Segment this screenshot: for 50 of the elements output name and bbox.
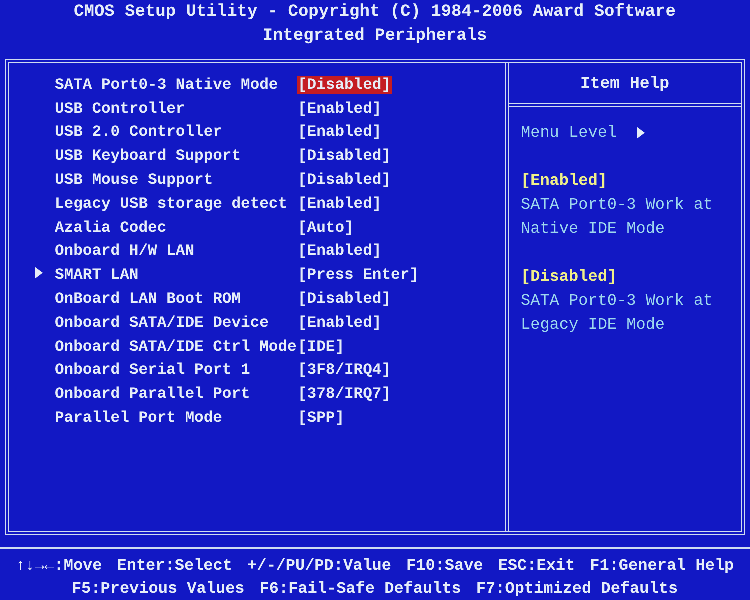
help-text: Legacy IDE Mode <box>521 315 666 336</box>
menu-level-label: Menu Level <box>521 123 618 144</box>
setting-label[interactable]: SMART LAN <box>55 266 297 284</box>
setting-label[interactable]: USB Mouse Support <box>55 171 297 190</box>
setting-label[interactable]: SATA Port0-3 Native Mode <box>55 76 297 94</box>
key-hint: F6:Fail-Safe Defaults <box>260 579 462 600</box>
help-title: Item Help <box>580 74 670 92</box>
setting-value[interactable]: [SPP] <box>297 409 346 428</box>
setting-label[interactable]: Onboard SATA/IDE Ctrl Mode <box>55 338 297 356</box>
setting-label[interactable]: USB Controller <box>55 100 297 118</box>
key-hint: F1:General Help <box>590 556 734 577</box>
setting-value[interactable]: [Enabled] <box>297 100 383 118</box>
setting-label[interactable]: Parallel Port Mode <box>55 409 297 428</box>
window-title: CMOS Setup Utility - Copyright (C) 1984-2006 Award Software <box>74 2 676 24</box>
setting-value[interactable]: [IDE] <box>297 338 346 356</box>
key-hint: ESC:Exit <box>498 556 576 577</box>
setting-label[interactable]: OnBoard LAN Boot ROM <box>55 290 297 308</box>
setting-value[interactable]: [Disabled] <box>297 76 392 94</box>
key-hint: F5:Previous Values <box>72 579 245 600</box>
help-text: SATA Port0-3 Work at <box>521 195 714 216</box>
setting-label[interactable]: Azalia Codec <box>55 218 297 237</box>
setting-value[interactable]: [Auto] <box>297 218 355 237</box>
key-hint: +/-/PU/PD:Value <box>247 556 392 577</box>
setting-label[interactable]: Onboard Parallel Port <box>55 385 297 404</box>
key-hint: Enter:Select <box>117 556 232 577</box>
setting-label[interactable]: Legacy USB storage detect <box>55 194 297 213</box>
menu-level-arrow-icon <box>637 127 646 139</box>
setting-value[interactable]: [Enabled] <box>297 194 383 213</box>
setting-value[interactable]: [Disabled] <box>297 147 392 166</box>
key-hint: F7:Optimized Defaults <box>476 579 678 600</box>
setting-label[interactable]: USB Keyboard Support <box>55 147 297 166</box>
setting-value[interactable]: [3F8/IRQ4] <box>297 361 392 380</box>
help-text: Native IDE Mode <box>521 219 666 240</box>
page-title: Integrated Peripherals <box>262 26 488 48</box>
setting-label[interactable]: Onboard Serial Port 1 <box>55 361 297 380</box>
setting-value[interactable]: [378/IRQ7] <box>297 385 392 404</box>
help-text: SATA Port0-3 Work at <box>521 291 714 312</box>
help-option: [Enabled] <box>521 169 608 193</box>
setting-value[interactable]: [Press Enter] <box>297 266 420 284</box>
key-hint: ↑↓→←:Move <box>16 556 102 577</box>
setting-value[interactable]: [Disabled] <box>297 171 392 190</box>
setting-value[interactable]: [Enabled] <box>297 314 383 332</box>
setting-value[interactable]: [Enabled] <box>297 242 383 260</box>
setting-value[interactable]: [Enabled] <box>297 123 383 142</box>
help-option: [Disabled] <box>521 265 618 289</box>
setting-label[interactable]: Onboard H/W LAN <box>55 242 297 260</box>
setting-value[interactable]: [Disabled] <box>297 290 392 308</box>
setting-label[interactable]: Onboard SATA/IDE Device <box>55 314 297 332</box>
setting-label[interactable]: USB 2.0 Controller <box>55 123 297 142</box>
key-hint: F10:Save <box>406 556 484 577</box>
